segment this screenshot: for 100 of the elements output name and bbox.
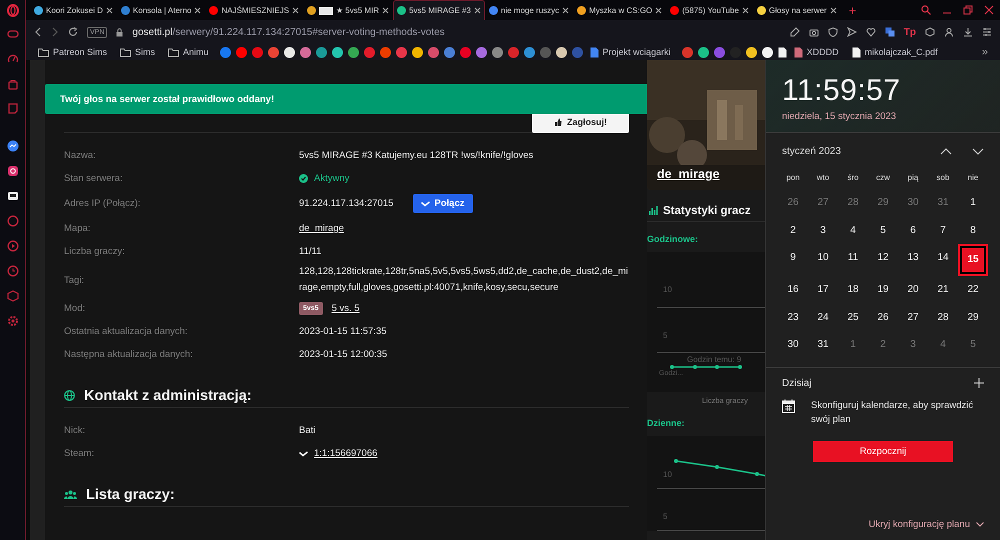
bookmark[interactable]: Projekt wciągarki xyxy=(588,46,673,58)
calendar-day[interactable]: 17 xyxy=(808,276,838,304)
field-label: Tagi: xyxy=(64,274,86,286)
calendar-day[interactable]: 2 xyxy=(868,330,898,359)
field-value: Bati xyxy=(299,425,316,436)
calendar-day[interactable]: 31 xyxy=(928,189,958,217)
mod-link[interactable]: 5 vs. 5 xyxy=(332,303,360,314)
calendar-day[interactable]: 31 xyxy=(808,330,838,359)
section-title: Lista graczy: xyxy=(86,486,175,502)
extension-button[interactable]: Tp xyxy=(904,26,916,38)
calendar-day[interactable]: 18 xyxy=(838,276,868,304)
calendar-day[interactable]: 3 xyxy=(808,216,838,244)
calendar-day[interactable]: 27 xyxy=(808,189,838,217)
calendar-day[interactable]: 19 xyxy=(868,276,898,304)
weekday-label: pią xyxy=(906,172,920,184)
calendar-day[interactable]: 8 xyxy=(958,216,988,244)
field-label: Mapa: xyxy=(64,223,92,234)
agenda-title: Dzisiaj xyxy=(782,378,812,389)
new-tab-button[interactable]: + xyxy=(840,0,864,20)
calendar-day[interactable]: 30 xyxy=(898,189,928,217)
calendar-day[interactable]: 13 xyxy=(898,244,928,272)
axis-label: 10 xyxy=(663,285,672,294)
calendar-day[interactable]: 2 xyxy=(778,216,808,244)
calendar-day[interactable]: 28 xyxy=(838,189,868,217)
calendar-day[interactable]: 21 xyxy=(928,276,958,304)
weekday-label: czw xyxy=(875,172,891,184)
browser-tab[interactable]: NAJŚMIESZNIEJS xyxy=(205,0,304,20)
section-title: Kontakt z administracją: xyxy=(84,388,252,404)
browser-tab[interactable]: Głosy na serwer xyxy=(752,0,841,20)
calendar-day[interactable]: 24 xyxy=(808,303,838,331)
calendar-day[interactable]: 29 xyxy=(868,189,898,217)
steam-link[interactable]: 1:1:156697066 xyxy=(314,448,378,459)
field-label: Następna aktualizacja danych: xyxy=(64,349,194,360)
field-value: 91.224.117.134:27015 xyxy=(299,198,394,209)
calendar-day[interactable]: 15 xyxy=(960,246,986,274)
calendar-day[interactable]: 12 xyxy=(868,244,898,272)
calendar-day[interactable]: 4 xyxy=(928,330,958,359)
calendar-day[interactable]: 6 xyxy=(898,216,928,244)
calendar-day[interactable]: 7 xyxy=(928,216,958,244)
bookmark-folder[interactable]: Sims xyxy=(118,47,158,57)
calendar-day[interactable]: 27 xyxy=(898,303,928,331)
weekday-label: pon xyxy=(785,172,801,184)
more-bookmarks-button[interactable]: » xyxy=(976,45,994,59)
field-label: Stan serwera: xyxy=(64,173,124,184)
calendar-day[interactable]: 5 xyxy=(958,330,988,359)
field-value: 2023-01-15 11:57:35 xyxy=(299,326,387,337)
browser-tab[interactable]: nie moge ruszyc xyxy=(484,0,574,20)
browser-tab[interactable]: Myszka w CS:GO xyxy=(573,0,666,20)
field-label: Ostatnia aktualizacja danych: xyxy=(64,326,189,337)
calendar-day[interactable]: 20 xyxy=(898,276,928,304)
calendar-day[interactable]: 16 xyxy=(778,276,808,304)
field-label: Adres IP (Połącz): xyxy=(64,198,142,209)
bookmark-folder[interactable]: Animu xyxy=(166,47,211,57)
calendar-day[interactable]: 3 xyxy=(898,330,928,359)
tooltip-text: Godzin temu: 9 xyxy=(687,355,742,364)
hide-plan-link[interactable]: Ukryj konfigurację planu xyxy=(868,519,984,530)
month-title: styczeń 2023 xyxy=(782,146,842,156)
calendar-day[interactable]: 28 xyxy=(928,303,958,331)
axis-label: 5 xyxy=(663,331,668,340)
field-value: 11/11 xyxy=(299,246,322,257)
calendar-day[interactable]: 26 xyxy=(868,303,898,331)
calendar-day[interactable]: 25 xyxy=(838,303,868,331)
bookmark[interactable]: XDDDD xyxy=(792,46,841,58)
calendar-day[interactable]: 30 xyxy=(778,330,808,359)
axis-label: 10 xyxy=(663,470,672,479)
axis-label: 5 xyxy=(663,512,668,521)
browser-tab[interactable]: (5875) YouTube xyxy=(666,0,753,20)
start-button[interactable]: Rozpocznij xyxy=(813,440,953,462)
calendar-day[interactable]: 11 xyxy=(838,244,868,272)
bookmark-folder[interactable]: Patreon Sims xyxy=(36,47,110,57)
calendar-day[interactable]: 5 xyxy=(868,216,898,244)
chart-title: Dzienne: xyxy=(647,418,686,430)
browser-tab[interactable]: 5vs5 MIRAGE #3 xyxy=(393,0,485,20)
calendar-day[interactable]: 4 xyxy=(838,216,868,244)
calendar-day[interactable]: 14 xyxy=(928,244,958,272)
field-label: Nick: xyxy=(64,425,86,436)
calendar-day[interactable]: 1 xyxy=(838,330,868,359)
calendar-day[interactable]: 22 xyxy=(958,276,988,304)
calendar-day[interactable]: 29 xyxy=(958,303,988,331)
address-field[interactable]: gosetti.pl/serwery/91.224.117.134:27015#server-voting-methods-votes xyxy=(132,26,445,38)
status-text: Aktywny xyxy=(314,173,350,184)
field-value: 128,128,128tickrate,128tr,5na5,5v5,5vs5,5ws5,dd2,de_cache,de_dust2,de_mirage,empty,full,gloves,gosetti.pl:40071,knife,kosy,secu,secure xyxy=(299,265,629,295)
field-label: Liczba graczy: xyxy=(64,246,126,257)
calendar-day[interactable]: 10 xyxy=(808,244,838,272)
calendar-day[interactable]: 1 xyxy=(958,189,988,217)
calendar-day[interactable]: 26 xyxy=(778,189,808,217)
connect-button[interactable]: Połącz xyxy=(413,194,472,213)
chart-title: Godzinowe: xyxy=(647,234,699,246)
weekday-label: wto xyxy=(816,172,830,184)
bookmark[interactable]: mikolajczak_C.pdf xyxy=(850,46,940,58)
calendar-day[interactable]: 23 xyxy=(778,303,808,331)
browser-tab[interactable]: Koori Zokusei D xyxy=(30,0,117,20)
browser-tab[interactable]: ★ 5vs5 MIR xyxy=(303,0,394,20)
browser-tab[interactable]: Konsola | Aterno xyxy=(116,0,206,20)
weekday-label: nie xyxy=(966,172,980,184)
clock-time: 11:59:57 xyxy=(782,74,902,108)
weekday-label: śro xyxy=(846,172,860,184)
agenda-message: Skonfiguruj kalendarze, aby sprawdzić swój plan xyxy=(811,398,974,427)
map-link[interactable]: de_mirage xyxy=(299,223,344,234)
calendar-day[interactable]: 9 xyxy=(778,244,808,272)
